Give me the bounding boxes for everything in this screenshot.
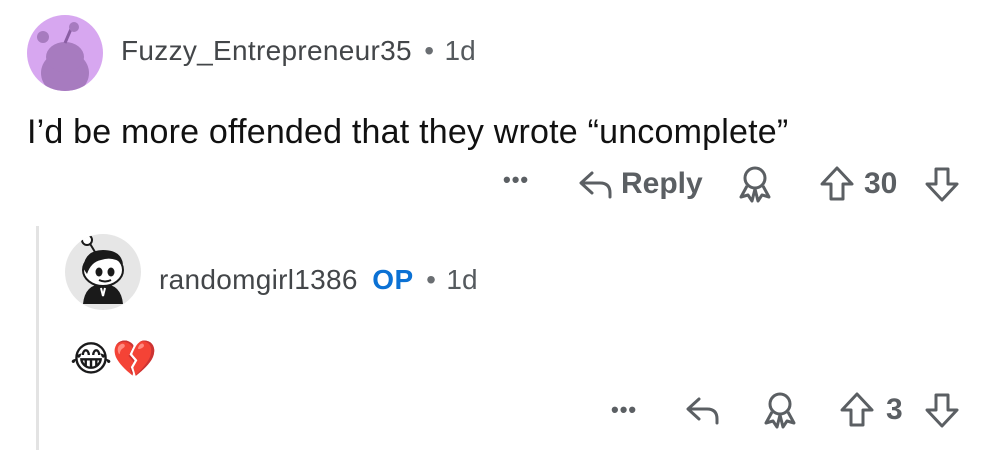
snoo-avatar-icon xyxy=(81,234,124,304)
avatar[interactable] xyxy=(65,234,141,310)
timestamp[interactable]: 1d xyxy=(446,264,477,295)
separator: • xyxy=(424,35,435,66)
downvote-button[interactable] xyxy=(922,164,962,204)
comment-body: I’d be more offended that they wrote “un… xyxy=(27,113,789,151)
upvote-button[interactable] xyxy=(837,390,877,430)
score: 30 xyxy=(864,167,898,200)
reply-label[interactable]: Reply xyxy=(621,167,703,201)
avatar[interactable] xyxy=(27,15,103,91)
award-button[interactable] xyxy=(760,390,800,430)
comment-header: randomgirl1386 OP • 1d xyxy=(159,264,478,296)
snoo-avatar-icon xyxy=(37,22,89,91)
downvote-icon xyxy=(925,393,959,428)
upvote-button[interactable] xyxy=(817,164,857,204)
downvote-icon xyxy=(925,167,959,202)
downvote-button[interactable] xyxy=(922,390,962,430)
upvote-icon xyxy=(840,392,874,427)
username[interactable]: Fuzzy_Entrepreneur35 xyxy=(121,35,412,66)
comment-header: Fuzzy_Entrepreneur35 • 1d xyxy=(121,35,476,67)
reply-button[interactable] xyxy=(683,393,723,427)
more-options-button[interactable]: ••• xyxy=(503,167,529,193)
award-button[interactable] xyxy=(735,164,775,204)
more-options-button[interactable]: ••• xyxy=(611,397,637,423)
award-icon xyxy=(764,392,796,429)
score: 3 xyxy=(886,393,903,426)
award-icon xyxy=(739,166,771,203)
upvote-icon xyxy=(820,166,854,201)
thread-line[interactable] xyxy=(36,226,39,450)
reply-button[interactable] xyxy=(576,167,616,201)
op-badge: OP xyxy=(372,264,414,295)
timestamp[interactable]: 1d xyxy=(445,35,476,66)
separator: • xyxy=(426,264,436,295)
comment-body: 😂💔 xyxy=(70,339,157,380)
username[interactable]: randomgirl1386 xyxy=(159,264,358,295)
reply-icon xyxy=(686,397,719,425)
reply-icon xyxy=(579,171,612,199)
